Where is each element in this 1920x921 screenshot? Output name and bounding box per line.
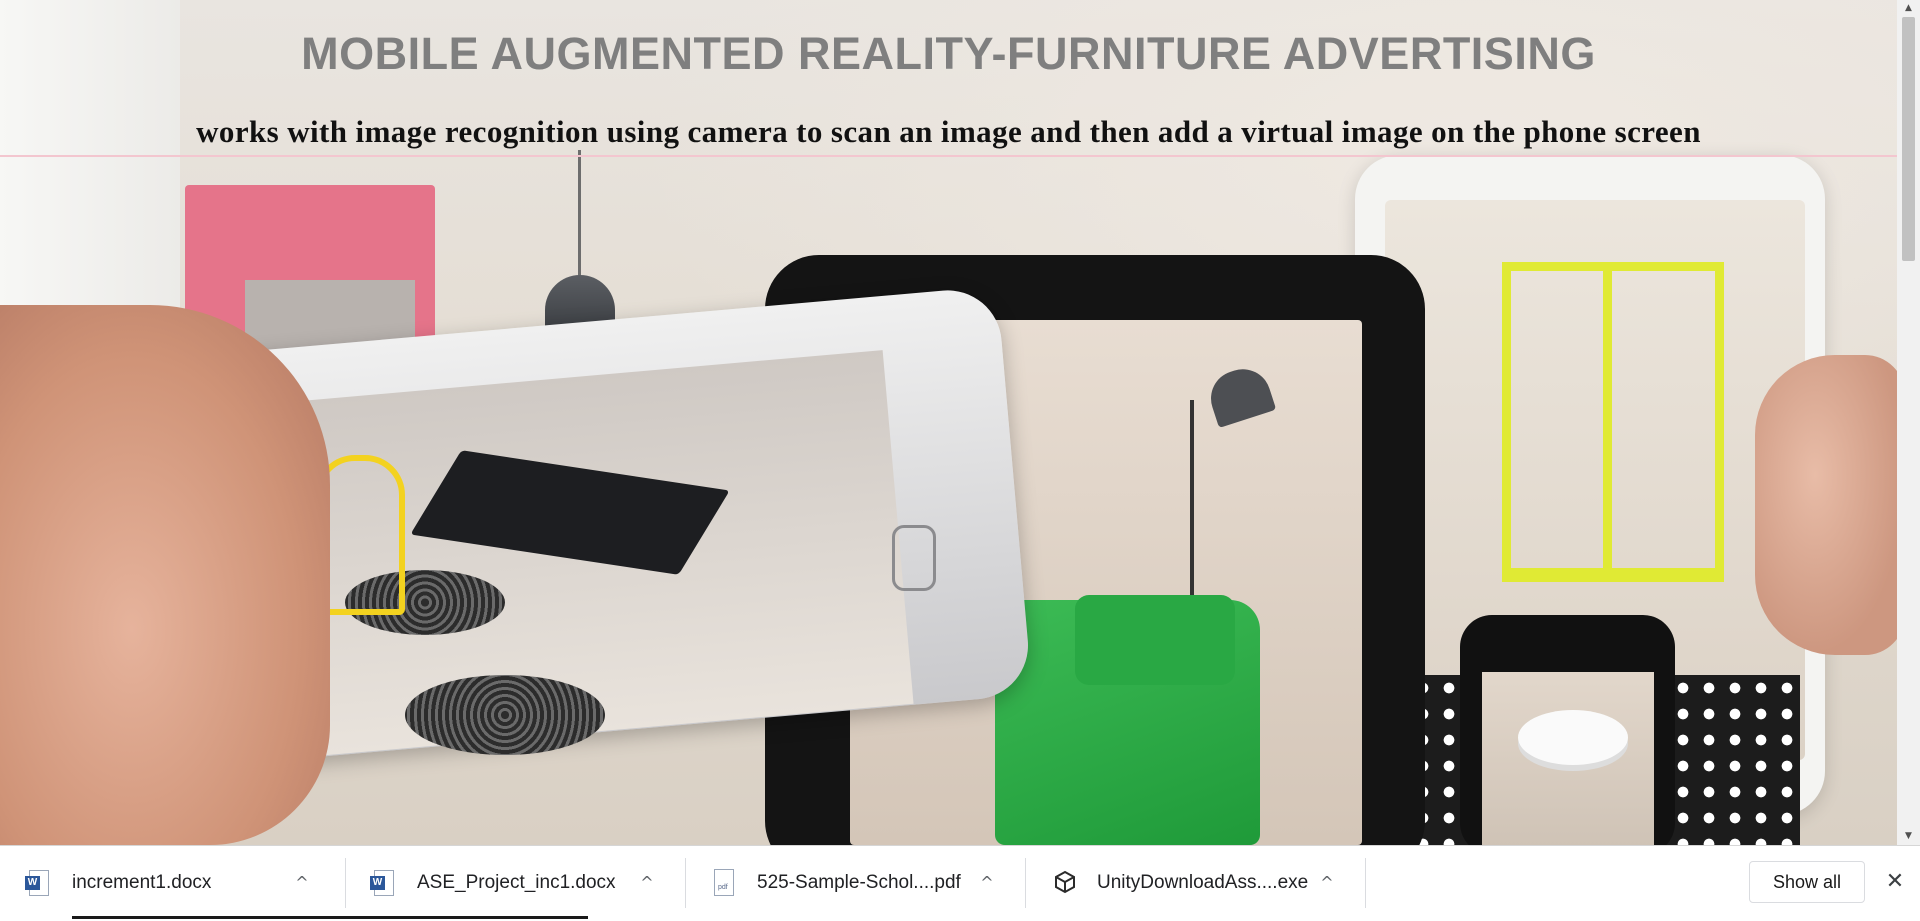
- scroll-down-arrow-icon[interactable]: ▼: [1897, 828, 1920, 845]
- download-complete-bar: [345, 916, 588, 919]
- page-subtitle: works with image recognition using camer…: [196, 114, 1701, 149]
- download-separator: [1365, 858, 1366, 908]
- download-item-name: ASE_Project_inc1.docx: [417, 871, 616, 893]
- page-viewport: MOBILE AUGMENTED REALITY-FURNITURE ADVER…: [0, 0, 1897, 845]
- download-item-name: UnityDownloadAss....exe: [1097, 871, 1309, 893]
- photo-phone-home-button: [892, 525, 936, 591]
- scroll-up-arrow-icon[interactable]: ▲: [1897, 0, 1920, 17]
- show-all-button[interactable]: Show all: [1749, 861, 1865, 903]
- download-item[interactable]: pdf 525-Sample-Schol....pdf ^: [685, 846, 1025, 919]
- chevron-up-icon[interactable]: ^: [632, 868, 662, 898]
- download-item-name: increment1.docx: [72, 871, 212, 893]
- download-item[interactable]: W increment1.docx ^: [0, 846, 345, 919]
- photo-lamp-cord: [578, 150, 581, 280]
- photo-white-table: [1518, 710, 1628, 765]
- download-item[interactable]: UnityDownloadAss....exe ^: [1025, 846, 1365, 919]
- photo-round-rug: [405, 675, 605, 755]
- download-item[interactable]: W ASE_Project_inc1.docx ^: [345, 846, 685, 919]
- word-doc-icon: W: [370, 868, 398, 898]
- chevron-up-icon[interactable]: ^: [972, 868, 1002, 898]
- photo-yellow-shelf: [1502, 262, 1724, 582]
- header-divider: [0, 155, 1897, 157]
- scroll-thumb[interactable]: [1902, 17, 1915, 261]
- photo-right-hand: [1755, 355, 1897, 655]
- pdf-icon: pdf: [710, 868, 738, 898]
- photo-left-hand: [0, 305, 330, 845]
- page-title: MOBILE AUGMENTED REALITY-FURNITURE ADVER…: [301, 28, 1596, 79]
- photo-green-sofa-back: [1075, 595, 1235, 685]
- chevron-up-icon[interactable]: ^: [1312, 868, 1342, 898]
- vertical-scrollbar[interactable]: ▲ ▼: [1897, 0, 1920, 845]
- download-item-name: 525-Sample-Schol....pdf: [757, 871, 961, 893]
- close-icon[interactable]: ✕: [1880, 864, 1910, 900]
- download-shelf: W increment1.docx ^ W ASE_Project_inc1.d…: [0, 845, 1920, 921]
- chevron-up-icon[interactable]: ^: [287, 868, 317, 898]
- unity-icon: [1050, 868, 1078, 898]
- word-doc-icon: W: [25, 868, 53, 898]
- download-complete-bar: [72, 916, 345, 919]
